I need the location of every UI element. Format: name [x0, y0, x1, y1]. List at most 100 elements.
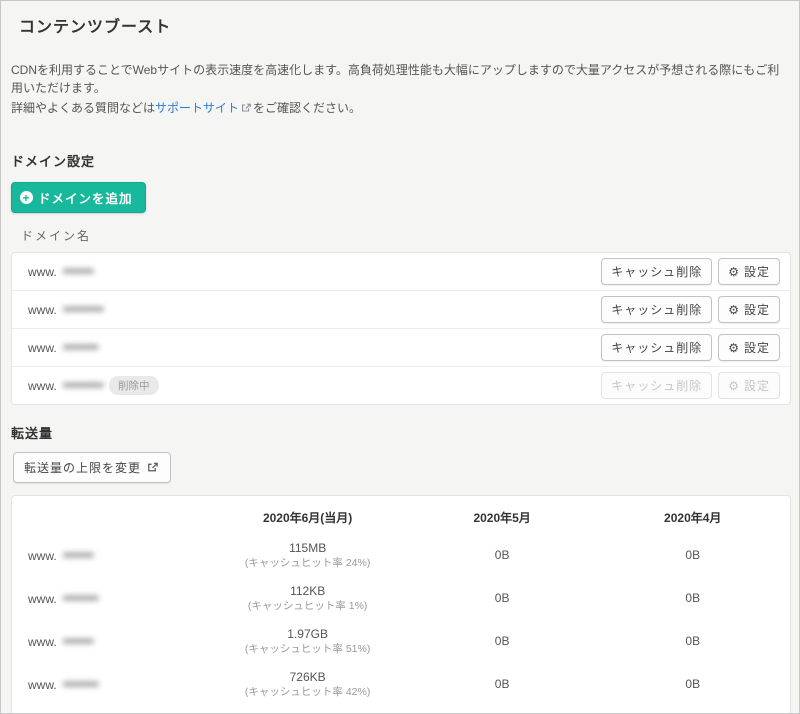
domain-row-actions: キャッシュ削除 ⚙ 設定 — [601, 334, 780, 361]
deleting-status-badge: 削除中 — [109, 376, 159, 395]
gear-icon: ⚙ — [728, 342, 740, 354]
gear-icon: ⚙ — [728, 266, 740, 278]
description-prefix: 詳細やよくある質問などは — [11, 101, 155, 115]
domain-row-deleting: www. ■■■■■■■■ 削除中 キャッシュ削除 ⚙ 設定 — [12, 366, 790, 404]
domain-settings-heading: ドメイン設定 — [11, 151, 791, 170]
domain-name: www. ■■■■■■ — [28, 549, 203, 563]
cache-hit-note: (キャッシュヒット率 24%) — [211, 556, 405, 570]
cache-delete-label: キャッシュ削除 — [611, 263, 702, 280]
external-link-icon — [146, 461, 159, 474]
domain-prefix: www. — [28, 678, 57, 692]
domain-prefix: www. — [28, 635, 57, 649]
masked-domain: ■■■■■■ — [63, 266, 93, 277]
cache-delete-label: キャッシュ削除 — [611, 301, 702, 318]
domain-name: www. ■■■■■■ — [28, 265, 93, 279]
transfer-table-header-row: 2020年6月(当月) 2020年5月 2020年4月 — [12, 496, 790, 534]
domain-row-actions: キャッシュ削除 ⚙ 設定 — [601, 296, 780, 323]
change-transfer-limit-button[interactable]: 転送量の上限を変更 — [13, 452, 171, 483]
domain-prefix: www. — [28, 341, 57, 355]
header-current-month: 2020年6月(当月) — [207, 496, 409, 534]
settings-button[interactable]: ⚙ 設定 — [718, 258, 780, 285]
domain-name: www. ■■■■■■■■ — [28, 303, 103, 317]
cache-delete-label: キャッシュ削除 — [611, 377, 702, 394]
header-domain-col — [12, 496, 207, 534]
masked-domain: ■■■■■■■ — [63, 593, 98, 604]
cache-delete-button[interactable]: キャッシュ削除 — [601, 334, 712, 361]
transfer-value: 0B — [409, 620, 596, 663]
page-description-line1: CDNを利用することでWebサイトの表示速度を高速化します。高負荷処理性能も大幅… — [11, 61, 791, 97]
cache-delete-label: キャッシュ削除 — [611, 339, 702, 356]
cache-hit-note: (キャッシュヒット率 51%) — [211, 642, 405, 656]
domain-name: www. ■■■■■■ — [28, 635, 203, 649]
masked-domain: ■■■■■■ — [63, 550, 93, 561]
cache-delete-button[interactable]: キャッシュ削除 — [601, 296, 712, 323]
description-suffix: をご確認ください。 — [253, 101, 361, 115]
cache-hit-note: (キャッシュヒット率 1%) — [211, 599, 405, 613]
transfer-value: 115MB — [211, 541, 405, 556]
settings-button[interactable]: ⚙ 設定 — [718, 296, 780, 323]
total-row-label: 転送量合計 — [12, 706, 207, 714]
transfer-table-card: 2020年6月(当月) 2020年5月 2020年4月 www. ■■■■■■ 1… — [11, 495, 791, 714]
transfer-total-row: 転送量合計 2.12GB / 100GB(残り 97.8GB) 36.6MB 0… — [12, 706, 790, 714]
domain-prefix: www. — [28, 379, 57, 393]
transfer-value: 112KB — [211, 584, 405, 599]
transfer-row: www.■■■■■■■ 112KB(キャッシュヒット率 1%) 0B 0B — [12, 577, 790, 620]
add-domain-button[interactable]: + ドメインを追加 — [11, 182, 146, 213]
transfer-value: 1.97GB — [211, 627, 405, 642]
domain-prefix: www. — [28, 265, 57, 279]
masked-domain: ■■■■■■■ — [63, 679, 98, 690]
page-description-line2: 詳細やよくある質問などはサポートサイトをご確認ください。 — [11, 99, 791, 117]
settings-label: 設定 — [744, 263, 770, 280]
transfer-value: 0B — [595, 620, 790, 663]
change-transfer-limit-label: 転送量の上限を変更 — [24, 459, 141, 476]
settings-button-disabled: ⚙ 設定 — [718, 372, 780, 399]
domain-row-actions: キャッシュ削除 ⚙ 設定 — [601, 372, 780, 399]
domain-name: www. ■■■■■■■ — [28, 592, 203, 606]
domain-list: www. ■■■■■■ キャッシュ削除 ⚙ 設定 www. ■■■■■■■■ キャッシ… — [11, 252, 791, 405]
settings-label: 設定 — [744, 377, 770, 394]
transfer-table: 2020年6月(当月) 2020年5月 2020年4月 www. ■■■■■■ 1… — [12, 496, 790, 714]
transfer-value: 0B — [595, 534, 790, 577]
plus-circle-icon: + — [20, 191, 33, 204]
support-site-link[interactable]: サポートサイト — [155, 101, 239, 115]
external-link-icon — [240, 102, 252, 114]
transfer-value: 0B — [595, 663, 790, 706]
content-boost-page: コンテンツブースト CDNを利用することでWebサイトの表示速度を高速化します。… — [0, 0, 800, 714]
domain-name: www. ■■■■■■■ — [28, 678, 203, 692]
domain-prefix: www. — [28, 549, 57, 563]
settings-button[interactable]: ⚙ 設定 — [718, 334, 780, 361]
masked-domain: ■■■■■■■■ — [63, 380, 103, 391]
masked-domain: ■■■■■■■ — [63, 342, 98, 353]
transfer-row: www. ■■■■■■■ 726KB(キャッシュヒット率 42%) 0B 0B — [12, 663, 790, 706]
domain-row: www. ■■■■■■ キャッシュ削除 ⚙ 設定 — [12, 253, 790, 290]
domain-row-actions: キャッシュ削除 ⚙ 設定 — [601, 258, 780, 285]
page-title: コンテンツブースト — [19, 13, 791, 37]
masked-domain: ■■■■■■ — [63, 636, 93, 647]
total-transfer-value: 36.6MB — [409, 706, 596, 714]
header-prev-month-1: 2020年5月 — [409, 496, 596, 534]
domain-name: www. ■■■■■■■ — [28, 341, 98, 355]
domain-prefix: www. — [28, 303, 57, 317]
transfer-row: www. ■■■■■■ 1.97GB(キャッシュヒット率 51%) 0B 0B — [12, 620, 790, 663]
transfer-value: 0B — [409, 663, 596, 706]
transfer-value: 0B — [595, 577, 790, 620]
add-domain-label: ドメインを追加 — [38, 188, 133, 207]
settings-label: 設定 — [744, 339, 770, 356]
gear-icon: ⚙ — [728, 380, 740, 392]
cache-delete-button-disabled: キャッシュ削除 — [601, 372, 712, 399]
gear-icon: ⚙ — [728, 304, 740, 316]
domain-row: www. ■■■■■■■■ キャッシュ削除 ⚙ 設定 — [12, 290, 790, 328]
domain-name: www. ■■■■■■■■ 削除中 — [28, 376, 159, 395]
header-prev-month-2: 2020年4月 — [595, 496, 790, 534]
masked-domain: ■■■■■■■■ — [63, 304, 103, 315]
transfer-value: 726KB — [211, 670, 405, 685]
domain-prefix: www. — [28, 592, 57, 606]
domain-row: www. ■■■■■■■ キャッシュ削除 ⚙ 設定 — [12, 328, 790, 366]
settings-label: 設定 — [744, 301, 770, 318]
transfer-row: www.■■■■■■ 115MB(キャッシュヒット率 24%) 0B 0B — [12, 534, 790, 577]
transfer-volume-heading: 転送量 — [11, 423, 791, 442]
cache-delete-button[interactable]: キャッシュ削除 — [601, 258, 712, 285]
cache-hit-note: (キャッシュヒット率 42%) — [211, 685, 405, 699]
total-transfer-value: 0B — [595, 706, 790, 714]
domain-name-column-label: ドメイン名 — [21, 227, 791, 244]
